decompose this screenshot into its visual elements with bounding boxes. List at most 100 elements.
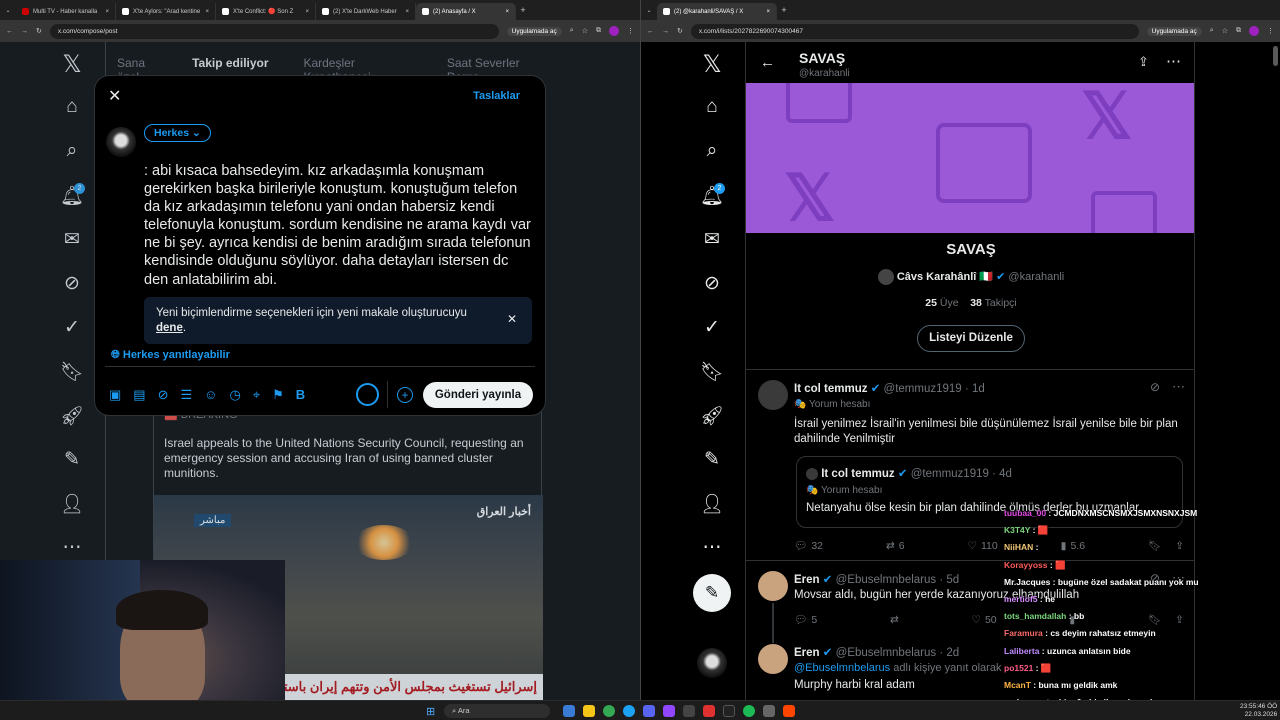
media-icon[interactable]: ▣: [109, 387, 121, 403]
url-field[interactable]: x.com/i/lists/2027822690074300467: [690, 23, 1139, 39]
back-icon[interactable]: ←: [647, 28, 654, 35]
back-arrow-icon[interactable]: ←: [760, 54, 775, 71]
reply-to-link[interactable]: @Ebuselmnbelarus: [794, 662, 890, 674]
poll-icon[interactable]: ☰: [181, 387, 193, 403]
profile-icon[interactable]: 👤︎: [697, 492, 727, 516]
repost-button[interactable]: ⇄ 6: [886, 539, 905, 552]
post-button[interactable]: Gönderi yayınla: [423, 382, 533, 408]
grok-icon[interactable]: ⊘: [697, 272, 727, 295]
drafts-link[interactable]: Taslaklar: [473, 90, 520, 102]
chat-username[interactable]: Laliberta: [1004, 646, 1039, 656]
zoom-icon[interactable]: ⌕: [570, 27, 574, 35]
back-icon[interactable]: ←: [6, 28, 13, 35]
extensions-icon[interactable]: ⧉: [1236, 27, 1241, 35]
discord-icon[interactable]: [643, 705, 655, 717]
scrollbar-thumb[interactable]: [1273, 46, 1278, 66]
add-thread-icon[interactable]: +: [397, 387, 413, 403]
chat-username[interactable]: po1521: [1004, 663, 1033, 673]
spotify-icon[interactable]: [743, 705, 755, 717]
chat-username[interactable]: tuubaa_00: [1004, 508, 1046, 518]
tab-menu-icon[interactable]: ⌄: [641, 7, 657, 14]
profile-avatar[interactable]: [609, 26, 619, 36]
verified-icon[interactable]: ✓: [697, 316, 727, 339]
bookmarks-icon[interactable]: 🔖︎: [697, 360, 727, 384]
tab-list-active[interactable]: (2) @karahanli/SAVAŞ / X ×: [657, 3, 777, 20]
chrome-icon[interactable]: [603, 705, 615, 717]
edit-list-button[interactable]: Listeyi Düzenle: [917, 325, 1025, 352]
tab-4-active[interactable]: (2) Anasayfa / X ×: [416, 3, 516, 20]
account-avatar[interactable]: [697, 648, 727, 678]
app-icon[interactable]: [783, 705, 795, 717]
forward-icon[interactable]: →: [21, 28, 28, 35]
compose-post-button[interactable]: ✎: [693, 574, 731, 612]
tweet-avatar[interactable]: [758, 644, 788, 674]
twitch-icon[interactable]: [663, 705, 675, 717]
reply-button[interactable]: 💬︎ 32: [794, 539, 823, 553]
jobs-icon[interactable]: 🚀︎: [697, 404, 727, 428]
flag-icon[interactable]: ⚑: [272, 387, 284, 403]
chat-username[interactable]: tots_hamdallah: [1004, 611, 1066, 621]
task-view-icon[interactable]: [563, 705, 575, 717]
close-tab-icon[interactable]: ×: [305, 9, 309, 15]
close-tab-icon[interactable]: ×: [505, 9, 509, 15]
open-in-app-pill[interactable]: Uygulamada aç: [1146, 26, 1202, 36]
tab-0[interactable]: Multi TV - Haber kanalla ×: [16, 3, 116, 20]
taskbar-search[interactable]: ⌕ Ara: [444, 704, 550, 718]
close-tab-icon[interactable]: ×: [105, 9, 109, 15]
profile-avatar[interactable]: [1249, 26, 1259, 36]
gif-icon[interactable]: ▤: [133, 387, 145, 403]
articles-icon[interactable]: ✎: [697, 448, 727, 471]
tweet-avatar[interactable]: [758, 380, 788, 410]
edge-icon[interactable]: [623, 705, 635, 717]
extensions-icon[interactable]: ⧉: [596, 27, 601, 35]
members-link[interactable]: 25 Üye: [925, 297, 958, 309]
close-tab-icon[interactable]: ×: [405, 9, 409, 15]
dismiss-banner-icon[interactable]: ✕: [507, 312, 517, 327]
compose-textarea[interactable]: : abi kısaca bahsedeyim. kız arkadaşımla…: [144, 162, 536, 289]
tweet-more-icon[interactable]: ⋯: [1172, 379, 1185, 395]
search-icon[interactable]: ⌕: [697, 140, 727, 162]
like-button[interactable]: ♡ 50: [972, 613, 997, 626]
more-icon[interactable]: ⋯: [697, 536, 727, 559]
file-explorer-icon[interactable]: [583, 705, 595, 717]
chat-username[interactable]: Faramura: [1004, 628, 1043, 638]
app-icon[interactable]: [703, 705, 715, 717]
taskbar-clock[interactable]: 23:55:46 ÖÖ 22.03.2026: [1240, 703, 1277, 719]
start-icon[interactable]: ⊞: [426, 705, 435, 718]
new-tab-icon[interactable]: +: [777, 5, 791, 15]
like-button[interactable]: ♡ 110: [968, 539, 998, 552]
reload-icon[interactable]: ↻: [677, 27, 683, 35]
try-article-link[interactable]: dene: [156, 322, 183, 334]
app-icon[interactable]: [763, 705, 775, 717]
grok-icon[interactable]: ⊘: [1150, 380, 1160, 394]
followers-link[interactable]: 38 Takipçi: [970, 297, 1017, 309]
tab-3[interactable]: (2) X'te DarkWeb Haber ×: [316, 3, 416, 20]
star-icon[interactable]: ☆: [1222, 27, 1228, 35]
obs-icon[interactable]: [723, 705, 735, 717]
app-icon[interactable]: [683, 705, 695, 717]
reply-setting[interactable]: 🌐︎ Herkes yanıtlayabilir: [111, 349, 230, 362]
home-icon[interactable]: ⌂: [697, 96, 727, 118]
tweet-avatar[interactable]: [758, 571, 788, 601]
messages-icon[interactable]: ✉: [697, 228, 727, 251]
list-owner[interactable]: Câvs Karahânlî 🇮🇹 ✔ @karahanli: [746, 269, 1194, 285]
x-logo-icon[interactable]: 𝕏: [697, 50, 727, 79]
menu-icon[interactable]: ⋮: [627, 27, 634, 35]
grok-icon[interactable]: ⊘: [158, 387, 169, 403]
close-icon[interactable]: ✕: [108, 86, 121, 106]
close-tab-icon[interactable]: ×: [766, 9, 770, 15]
schedule-icon[interactable]: ◷: [229, 387, 240, 403]
audience-selector[interactable]: Herkes ⌄: [144, 124, 211, 142]
location-icon[interactable]: ⌖: [253, 387, 260, 403]
emoji-icon[interactable]: ☺: [204, 387, 217, 403]
tab-2[interactable]: X'te Conflict: 🔴 Son Z ×: [216, 3, 316, 20]
chat-username[interactable]: McanT: [1004, 680, 1031, 690]
url-field[interactable]: x.com/compose/post: [49, 23, 499, 39]
close-tab-icon[interactable]: ×: [205, 9, 209, 15]
reload-icon[interactable]: ↻: [36, 27, 42, 35]
bold-icon[interactable]: B: [296, 387, 305, 403]
open-in-app-pill[interactable]: Uygulamada aç: [506, 26, 562, 36]
chat-username[interactable]: mertiof5: [1004, 594, 1038, 604]
chat-username[interactable]: K3T4Y: [1004, 525, 1030, 535]
chat-username[interactable]: Korayyoss: [1004, 560, 1047, 570]
